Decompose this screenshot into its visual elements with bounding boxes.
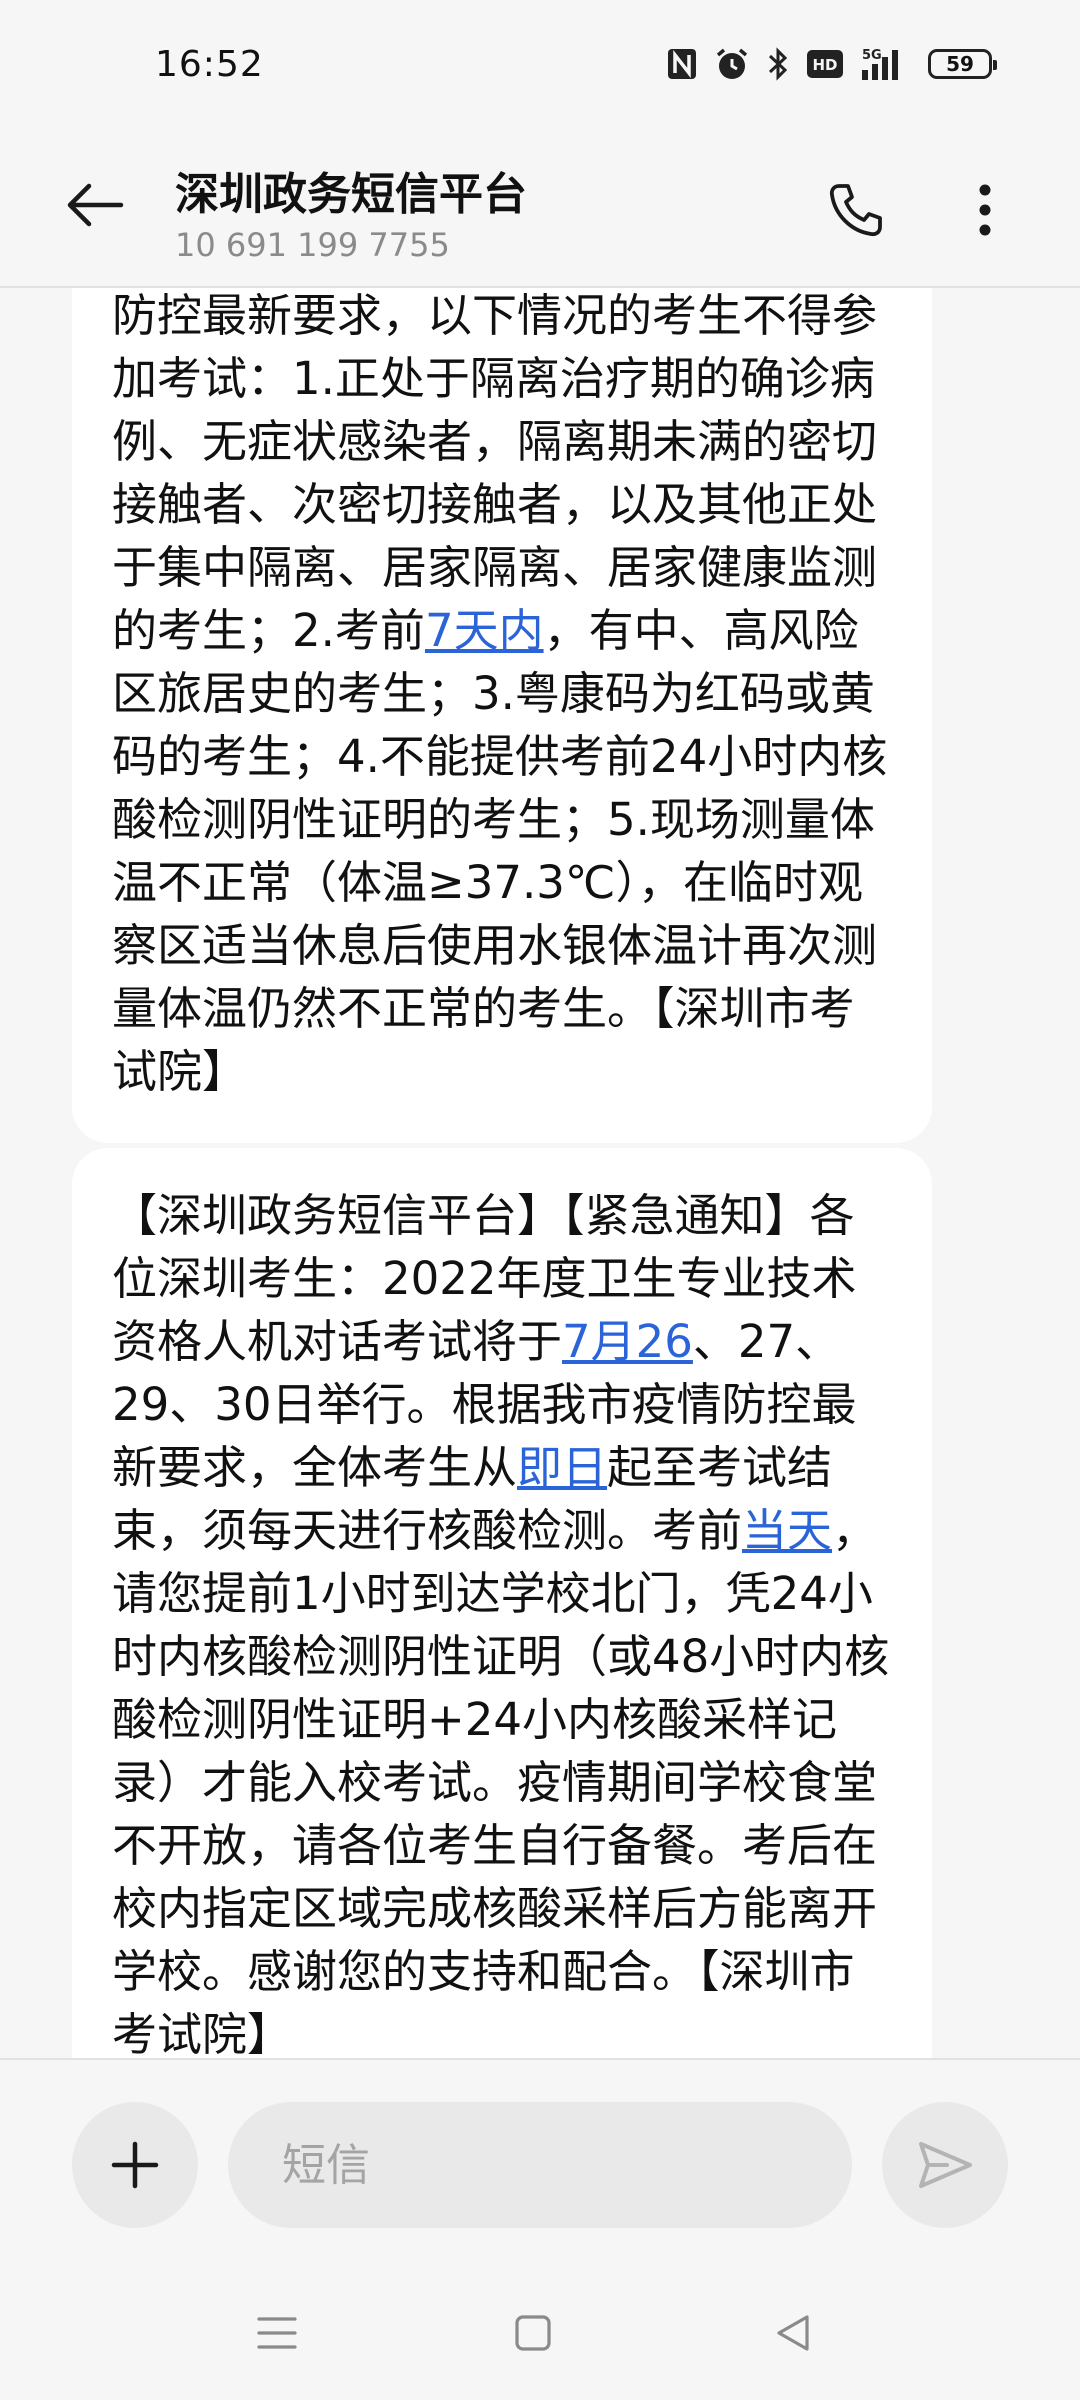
message-link[interactable]: 7天内 <box>425 604 544 657</box>
message-text: ，请您提前1小时到达学校北门，凭24小时内核酸检测阴性证明（或48小时内核酸检测… <box>112 1504 890 2058</box>
bluetooth-icon <box>766 46 790 82</box>
contact-name: 深圳政务短信平台 <box>175 169 527 220</box>
messaging-app: 16:52 HD 5G 59 深圳政务短信平台 10 691 199 7755 … <box>0 0 1080 2400</box>
message-list[interactable]: 防控最新要求，以下情况的考生不得参加考试：1.正处于隔离治疗期的确诊病例、无症状… <box>0 288 1080 2058</box>
conversation-header: 深圳政务短信平台 10 691 199 7755 <box>0 120 1080 288</box>
battery-icon: 59 <box>928 46 997 82</box>
contact-number: 10 691 199 7755 <box>175 226 450 264</box>
battery-level: 59 <box>928 49 997 79</box>
home-square-icon <box>515 2315 551 2351</box>
system-back-button[interactable] <box>758 2298 828 2368</box>
plus-icon <box>111 2141 159 2189</box>
recents-button[interactable] <box>242 2298 312 2368</box>
system-nav-bar <box>0 2258 1080 2400</box>
composer-bar <box>0 2058 1080 2258</box>
back-triangle-icon <box>777 2315 809 2351</box>
status-icons: HD 5G 59 <box>666 44 997 84</box>
status-time: 16:52 <box>155 44 264 85</box>
message-bubble[interactable]: 防控最新要求，以下情况的考生不得参加考试：1.正处于隔离治疗期的确诊病例、无症状… <box>72 288 932 1143</box>
back-button[interactable] <box>60 170 130 240</box>
send-button[interactable] <box>882 2102 1008 2228</box>
hd-icon: HD <box>806 46 844 82</box>
hd-label: HD <box>812 56 837 74</box>
status-bar: 16:52 HD 5G 59 <box>0 0 1080 120</box>
signal-5g-icon: 5G <box>860 46 912 82</box>
message-link[interactable]: 当天 <box>742 1504 832 1557</box>
attach-button[interactable] <box>72 2102 198 2228</box>
menu-icon <box>257 2317 297 2349</box>
message-text: 防控最新要求，以下情况的考生不得参加考试：1.正处于隔离治疗期的确诊病例、无症状… <box>112 289 878 657</box>
more-vertical-icon <box>979 184 991 236</box>
sms-input[interactable] <box>228 2102 852 2228</box>
nfc-icon <box>666 46 698 82</box>
network-label: 5G <box>862 48 882 63</box>
message-link[interactable]: 7月26 <box>562 1315 693 1368</box>
home-button[interactable] <box>498 2298 568 2368</box>
more-options-button[interactable] <box>950 175 1020 245</box>
call-button[interactable] <box>820 175 890 245</box>
send-icon <box>919 2142 972 2188</box>
alarm-icon <box>714 46 750 82</box>
message-link[interactable]: 即日 <box>517 1441 607 1494</box>
back-arrow-icon <box>67 183 124 227</box>
phone-icon <box>829 184 882 237</box>
message-text: ，有中、高风险区旅居史的考生；3.粤康码为红码或黄码的考生；4.不能提供考前24… <box>112 604 888 1098</box>
message-bubble[interactable]: 【深圳政务短信平台】【紧急通知】各位深圳考生：2022年度卫生专业技术资格人机对… <box>72 1148 932 2058</box>
